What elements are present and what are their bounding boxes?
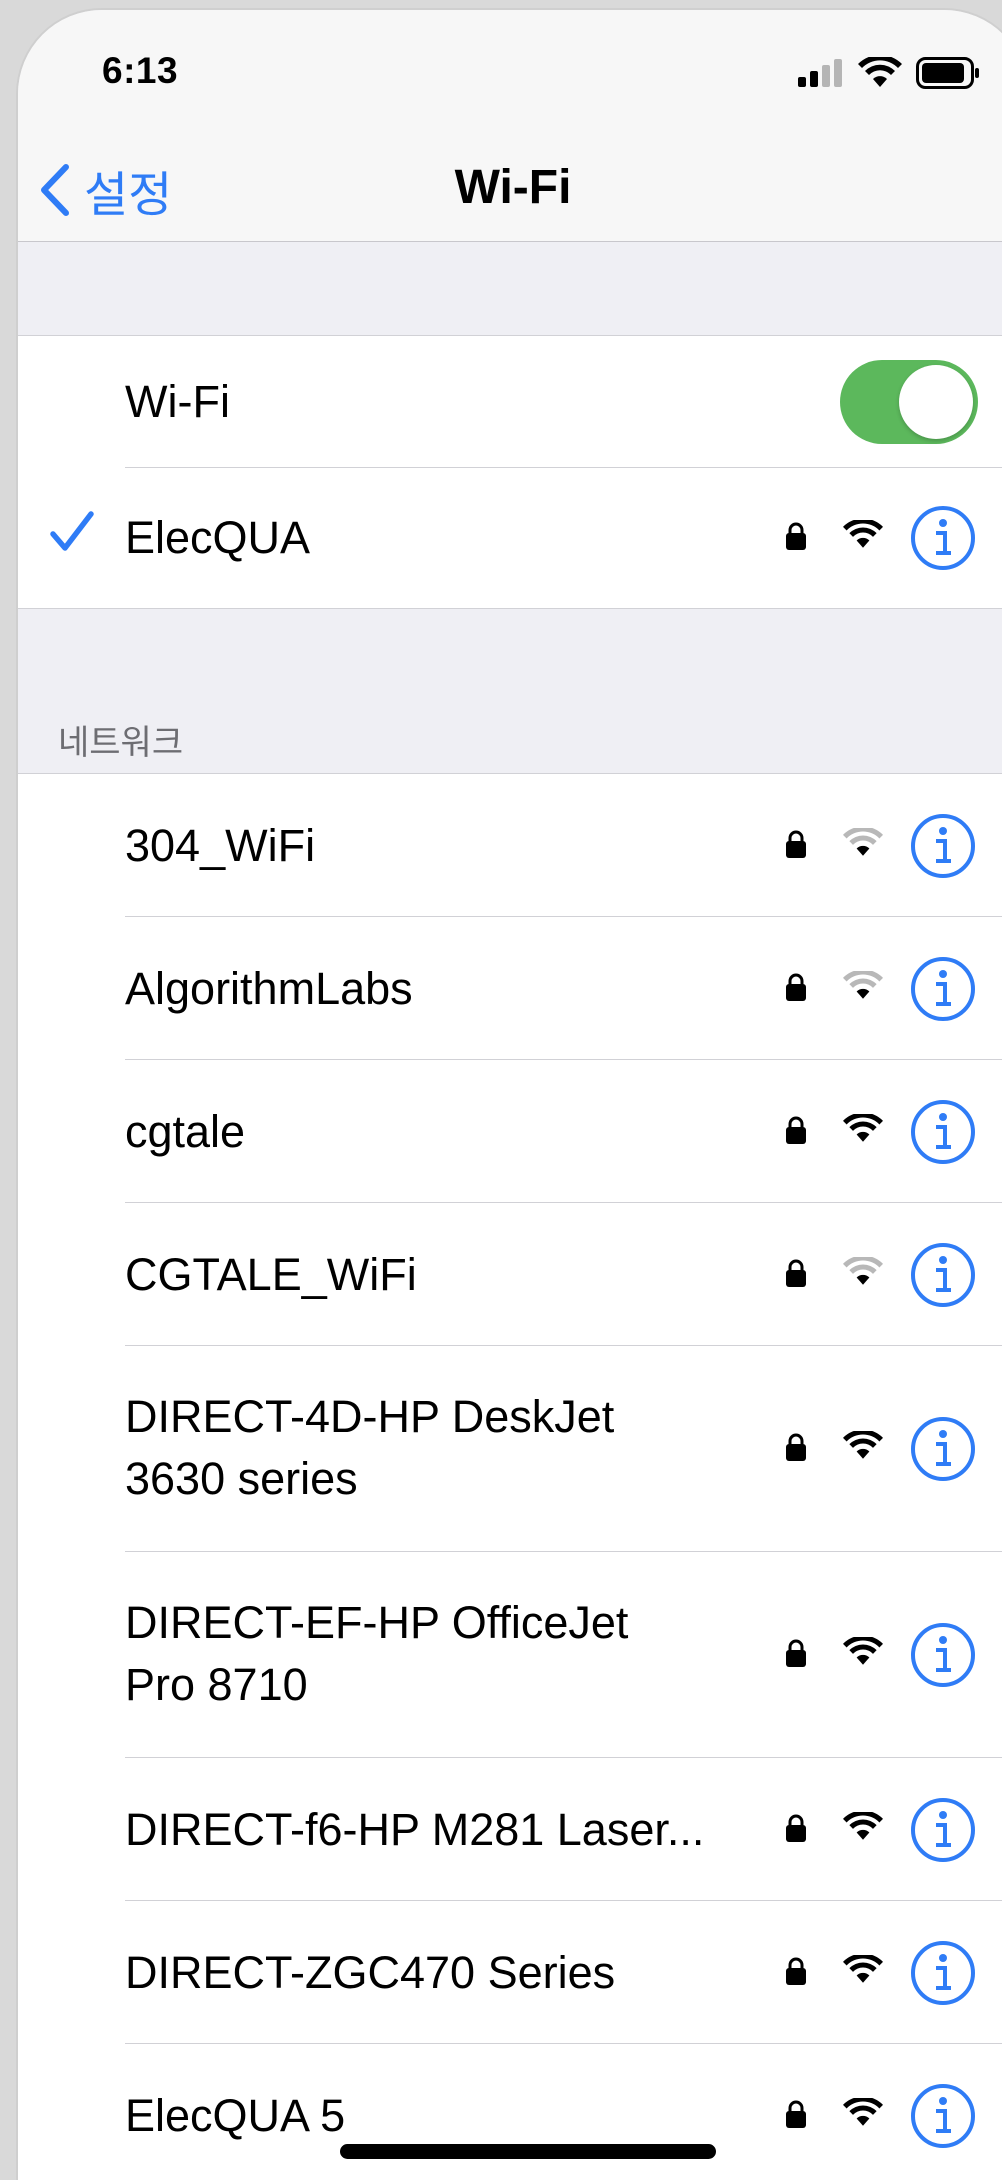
wifi-signal-icon bbox=[843, 1954, 883, 1983]
network-name: CGTALE_WiFi bbox=[125, 1248, 417, 1300]
networks-list: 304_WiFi AlgorithmLabs cgtale CGTALE_WiFi DI… bbox=[18, 773, 1002, 2180]
battery-icon bbox=[916, 57, 979, 89]
info-icon[interactable] bbox=[910, 505, 976, 571]
wifi-toggle-row: Wi-Fi bbox=[18, 336, 1002, 468]
phone-screen: 6:13 설정 Wi-Fi Wi-Fi ElecQUA 네트워크 304_WiF… bbox=[18, 10, 1002, 2180]
status-icons bbox=[798, 56, 980, 90]
network-name-line2: 3630 series bbox=[125, 1453, 358, 1504]
connected-network-row[interactable]: ElecQUA bbox=[18, 468, 1002, 608]
info-icon[interactable] bbox=[910, 2083, 976, 2149]
network-row[interactable]: DIRECT-4D-HP DeskJet 3630 series bbox=[18, 1346, 1002, 1552]
network-row[interactable]: AlgorithmLabs bbox=[18, 917, 1002, 1060]
wifi-signal-icon bbox=[843, 1256, 883, 1285]
connected-network-name: ElecQUA bbox=[125, 512, 311, 563]
lock-icon bbox=[786, 1116, 806, 1144]
lock-icon bbox=[786, 1957, 806, 1985]
network-row[interactable]: cgtale bbox=[18, 1060, 1002, 1203]
wifi-signal-icon bbox=[843, 1811, 883, 1840]
page-title: Wi-Fi bbox=[454, 161, 572, 214]
info-icon[interactable] bbox=[910, 1242, 976, 1308]
cellular-signal-icon bbox=[798, 59, 842, 87]
lock-icon bbox=[786, 1639, 806, 1667]
network-name: DIRECT-f6-HP M281 Laser... bbox=[125, 1803, 705, 1855]
network-name: DIRECT-ZGC470 Series bbox=[125, 1946, 616, 1998]
networks-section-header: 네트워크 bbox=[58, 724, 184, 762]
lock-icon bbox=[786, 1433, 806, 1461]
navigation-header: 6:13 설정 Wi-Fi bbox=[18, 10, 1002, 242]
network-row[interactable]: DIRECT-ZGC470 Series bbox=[18, 1901, 1002, 2044]
network-name: AlgorithmLabs bbox=[125, 962, 413, 1014]
wifi-toggle-label: Wi-Fi bbox=[125, 376, 230, 427]
wifi-signal-icon bbox=[843, 970, 883, 999]
home-indicator bbox=[340, 2144, 716, 2159]
info-icon[interactable] bbox=[910, 1940, 976, 2006]
network-name: 304_WiFi bbox=[125, 819, 316, 871]
network-name: ElecQUA 5 bbox=[125, 2089, 346, 2141]
wifi-signal-icon bbox=[843, 1431, 883, 1459]
network-row[interactable]: ElecQUA 5 bbox=[18, 2044, 1002, 2180]
network-row[interactable]: 304_WiFi bbox=[18, 774, 1002, 917]
wifi-signal-icon bbox=[843, 1113, 883, 1142]
wifi-signal-icon bbox=[843, 1637, 883, 1665]
status-time: 6:13 bbox=[102, 50, 179, 91]
network-row[interactable]: DIRECT-f6-HP M281 Laser... bbox=[18, 1758, 1002, 1901]
info-icon[interactable] bbox=[910, 956, 976, 1022]
wifi-toggle[interactable] bbox=[840, 360, 978, 444]
lock-icon bbox=[786, 2100, 806, 2128]
toggle-knob bbox=[899, 365, 973, 439]
lock-icon bbox=[786, 830, 806, 858]
network-name: DIRECT-4D-HP DeskJet bbox=[125, 1391, 615, 1442]
info-icon[interactable] bbox=[910, 813, 976, 879]
wifi-status-icon bbox=[858, 57, 902, 87]
info-icon[interactable] bbox=[910, 1416, 976, 1482]
network-name: DIRECT-EF-HP OfficeJet bbox=[125, 1597, 629, 1648]
info-icon[interactable] bbox=[910, 1797, 976, 1863]
lock-icon bbox=[786, 973, 806, 1001]
info-icon[interactable] bbox=[910, 1099, 976, 1165]
lock-icon bbox=[786, 522, 806, 550]
wifi-section: Wi-Fi ElecQUA bbox=[18, 335, 1002, 609]
info-icon[interactable] bbox=[910, 1622, 976, 1688]
wifi-signal-icon bbox=[843, 2097, 883, 2126]
network-name-line2: Pro 8710 bbox=[125, 1659, 308, 1710]
checkmark-icon bbox=[50, 511, 94, 551]
lock-icon bbox=[786, 1259, 806, 1287]
lock-icon bbox=[786, 1814, 806, 1842]
network-row[interactable]: CGTALE_WiFi bbox=[18, 1203, 1002, 1346]
wifi-signal-icon bbox=[843, 520, 883, 548]
wifi-signal-icon bbox=[843, 827, 883, 856]
network-row[interactable]: DIRECT-EF-HP OfficeJet Pro 8710 bbox=[18, 1552, 1002, 1758]
network-name: cgtale bbox=[125, 1105, 246, 1157]
